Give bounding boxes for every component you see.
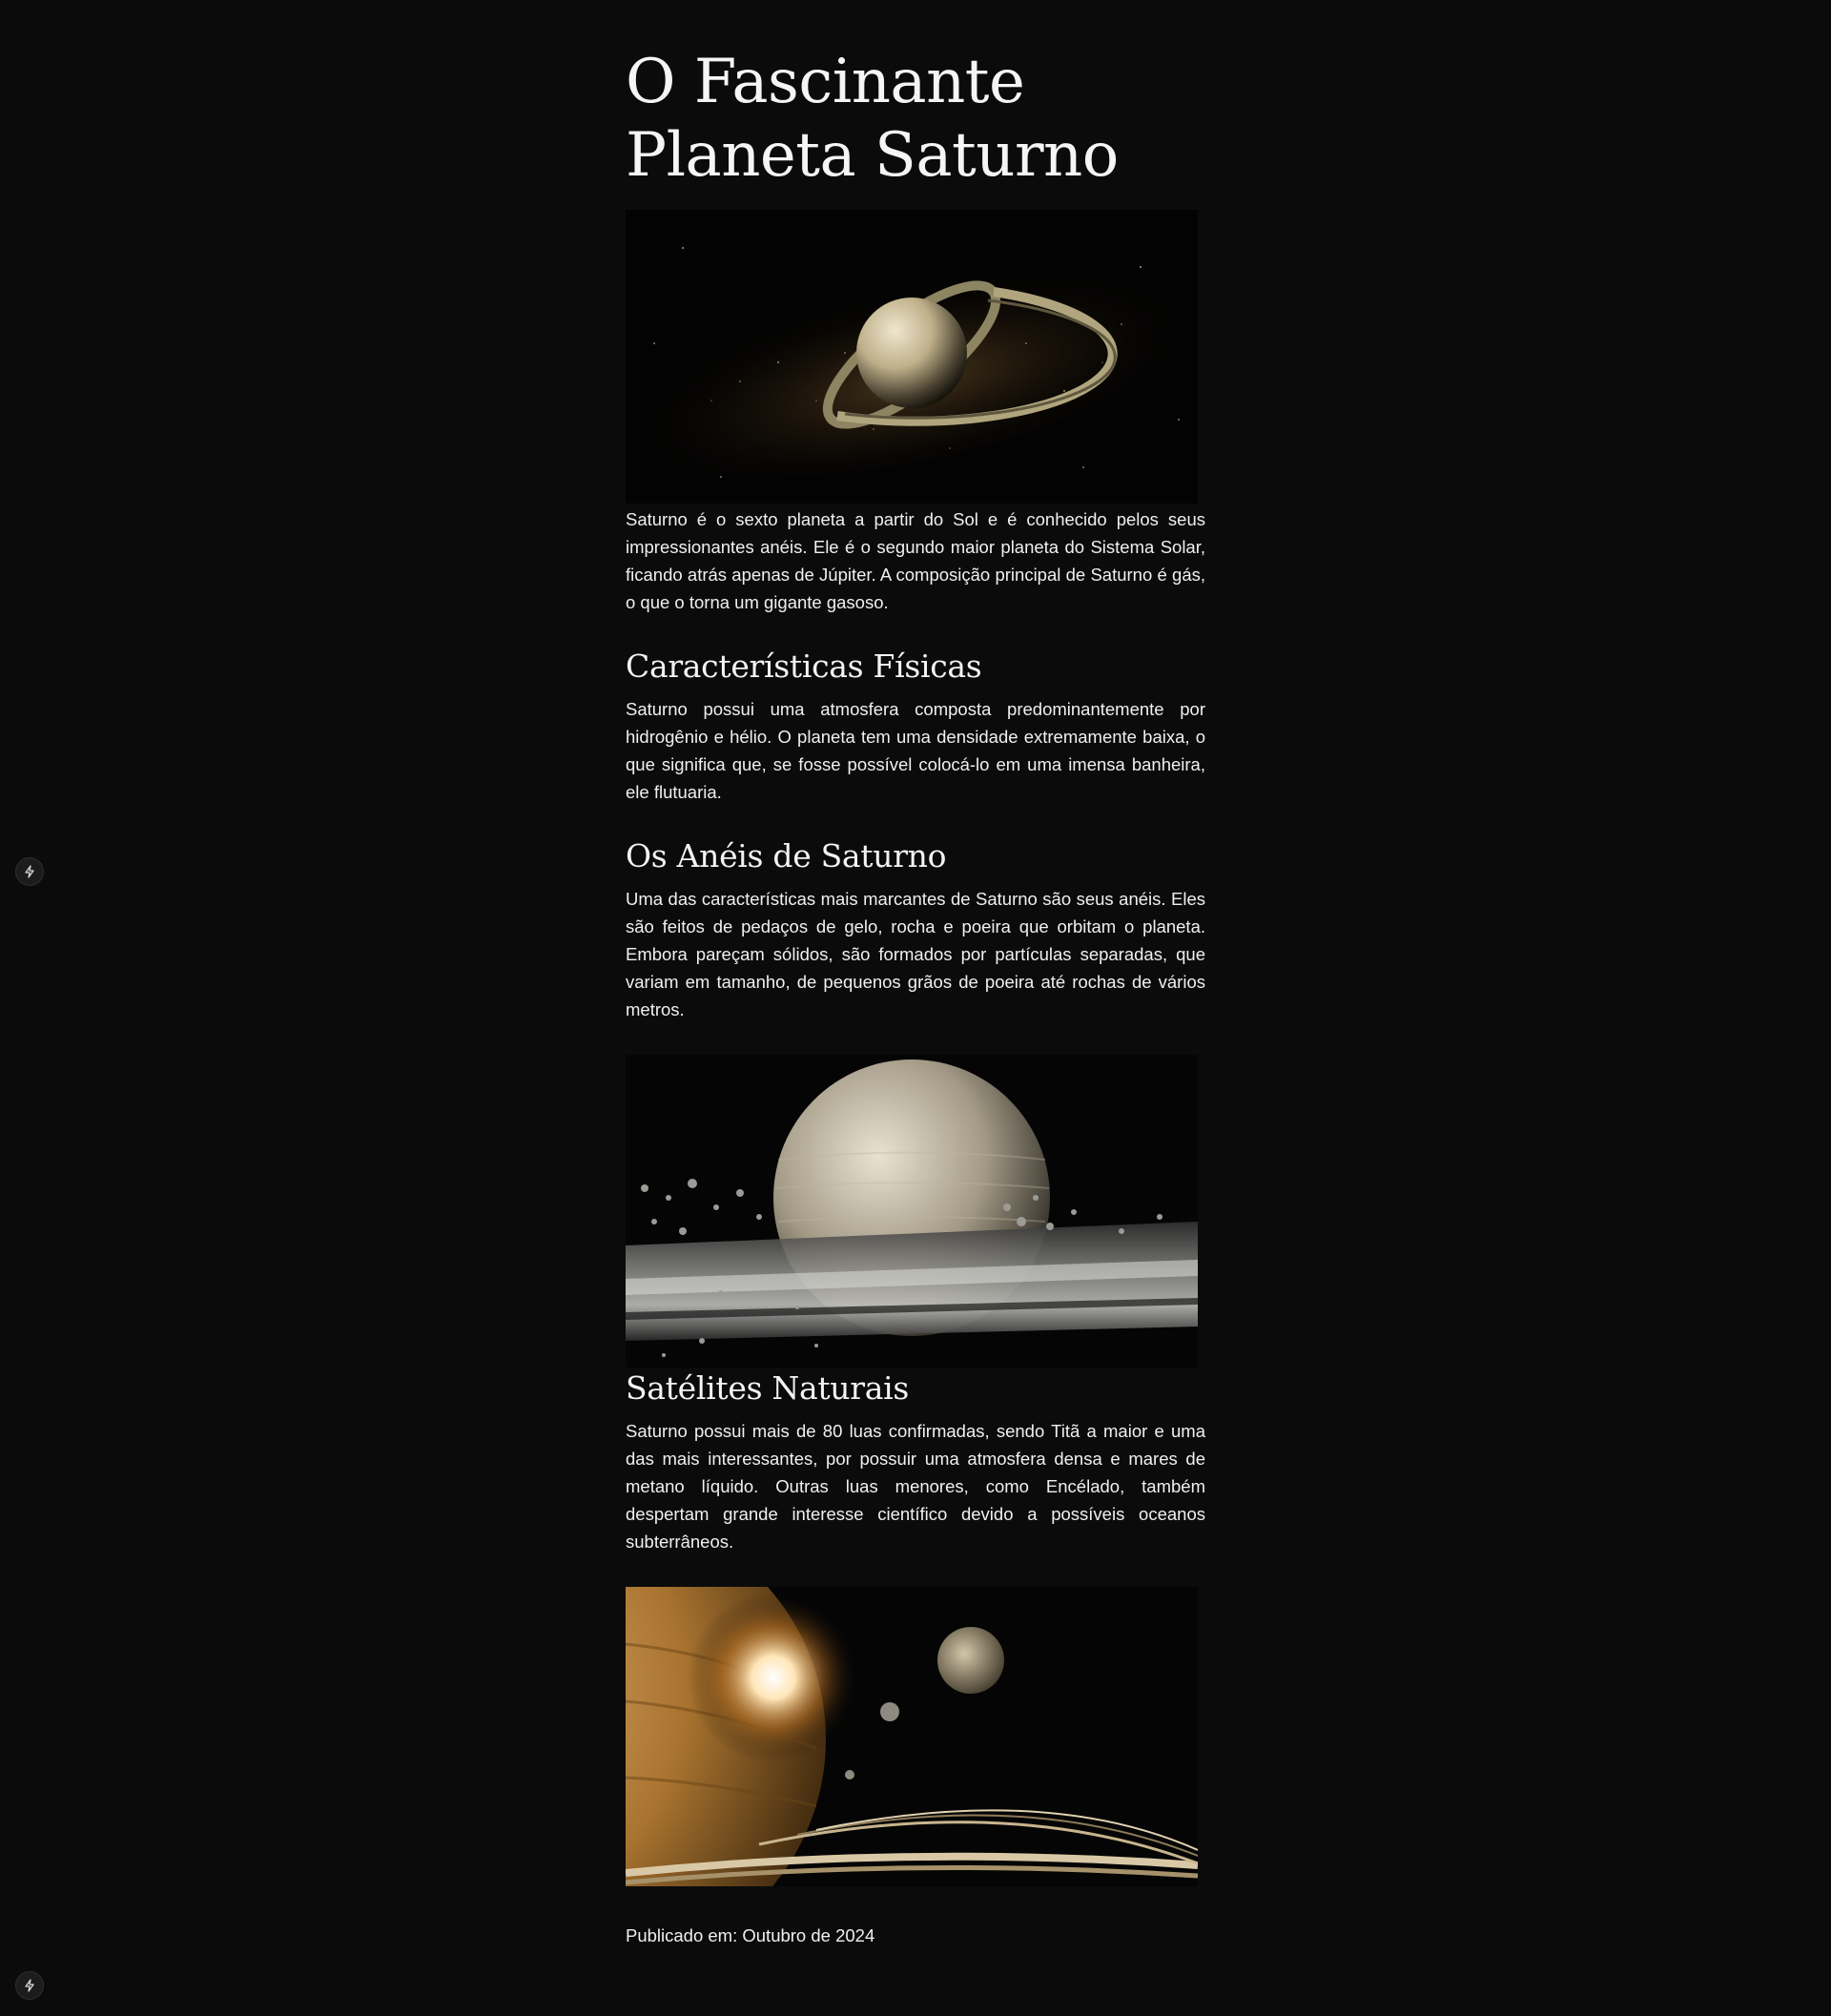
- floating-action-button[interactable]: [15, 857, 44, 886]
- article: O Fascinante Planeta Saturno Saturno é o…: [626, 0, 1205, 1949]
- section-text-physical: Saturno possui uma atmosfera composta pr…: [626, 699, 1205, 802]
- saturn-hero-image: [626, 210, 1198, 504]
- section-heading-rings: Os Anéis de Saturno: [626, 837, 947, 874]
- lightning-icon: [25, 865, 34, 878]
- saturn-rings-illustration: [626, 1055, 1198, 1368]
- section-text-moons: Saturno possui mais de 80 luas confirmad…: [626, 1421, 1205, 1552]
- page-title: O Fascinante Planeta Saturno: [626, 47, 1119, 191]
- saturn-moons-illustration: [626, 1587, 1198, 1886]
- saturn-hero-illustration: [626, 210, 1198, 504]
- lightning-icon: [25, 1979, 34, 1992]
- section-text-rings: Uma das características mais marcantes d…: [626, 889, 1205, 1019]
- published-date: Publicado em: Outubro de 2024: [626, 1925, 875, 1945]
- intro-paragraph: Saturno é o sexto planeta a partir do So…: [626, 509, 1205, 612]
- saturn-rings-image: [626, 1055, 1198, 1368]
- floating-action-button-bottom[interactable]: [15, 1971, 44, 2000]
- section-heading-physical: Características Físicas: [626, 648, 982, 685]
- saturn-moons-image: [626, 1587, 1198, 1886]
- section-heading-moons: Satélites Naturais: [626, 1369, 909, 1407]
